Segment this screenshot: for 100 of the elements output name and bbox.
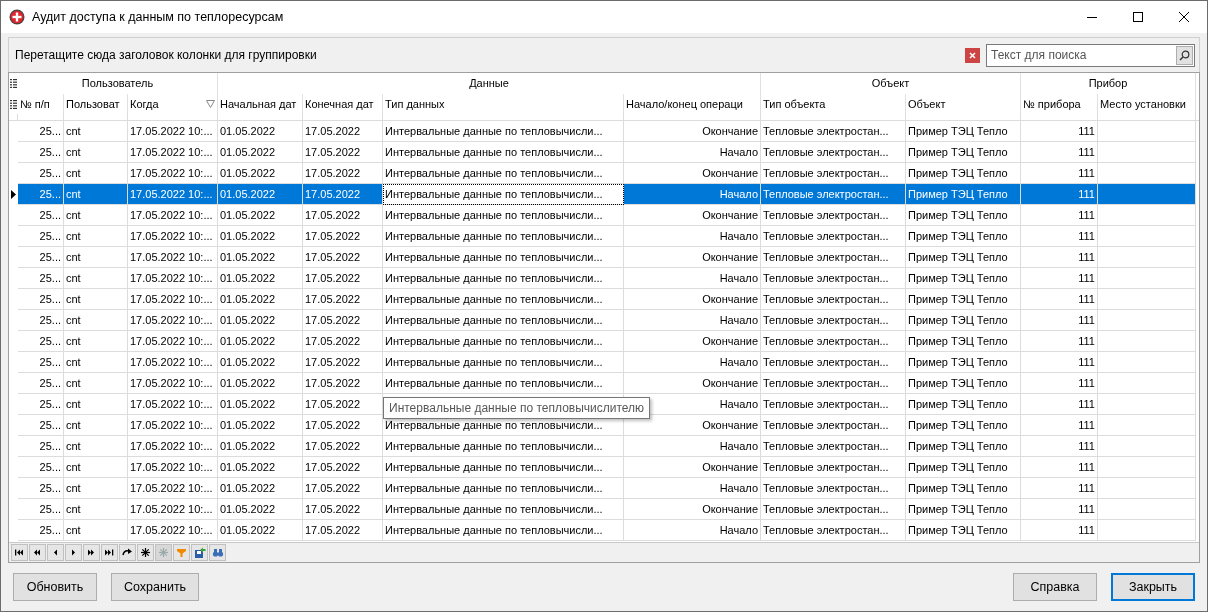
table-cell: 17.05.2022 [303,205,383,226]
table-cell: 25... [18,142,64,163]
table-cell: 17.05.2022 10:... [128,478,218,499]
table-cell: 17.05.2022 10:... [128,394,218,415]
navigator-button[interactable] [191,544,208,561]
table-cell: Пример ТЭЦ Тепло [906,163,1021,184]
table-cell: cnt [64,205,128,226]
table-cell: 17.05.2022 [303,184,383,205]
table-cell: Интервальные данные по тепловычисли... [383,226,624,247]
table-cell: Начало [624,184,761,205]
column-header[interactable]: № п/п [18,94,64,114]
column-chooser-icon[interactable] [10,99,17,109]
table-cell: Интервальные данные по тепловычисли... [383,142,624,163]
dialog-button[interactable]: Справка [1013,573,1097,601]
table-cell: cnt [64,457,128,478]
action-button[interactable]: Обновить [13,573,97,601]
double-right-icon [86,547,97,558]
table-cell: 17.05.2022 10:... [128,247,218,268]
dialog-button[interactable]: Закрыть [1111,573,1195,601]
table-cell: Начало [624,436,761,457]
table-cell: 17.05.2022 10:... [128,373,218,394]
table-cell: 25... [18,520,64,541]
table-cell: 111 [1021,289,1098,310]
column-header[interactable]: Место установки [1098,94,1196,114]
table-cell: Интервальные данные по тепловычисли... [383,268,624,289]
table-cell: cnt [64,394,128,415]
table-cell: 25... [18,457,64,478]
navigator-button[interactable] [83,544,100,561]
column-header[interactable]: Тип данных [383,94,624,114]
table-cell: Тепловые электростан... [761,415,906,436]
filter-icon [176,547,187,558]
navigator-button[interactable] [47,544,64,561]
search-box[interactable]: Текст для поиска [986,43,1195,67]
table-cell: 25... [18,289,64,310]
table-cell: Тепловые электростан... [761,436,906,457]
table-cell: Тепловые электростан... [761,331,906,352]
table-cell: Окончание [624,289,761,310]
filter-icon[interactable] [206,100,215,108]
table-cell: 25... [18,478,64,499]
table-cell: 111 [1021,499,1098,520]
table-cell: Окончание [624,121,761,142]
column-header[interactable]: Конечная дат [303,94,383,114]
action-button[interactable]: Сохранить [111,573,200,601]
column-header[interactable]: Начальная дат [218,94,303,114]
table-cell: Интервальные данные по тепловычисли... [383,373,624,394]
table-cell: 111 [1021,352,1098,373]
table-cell: 01.05.2022 [218,352,303,373]
table-cell: Окончание [624,499,761,520]
table-cell: Пример ТЭЦ Тепло [906,499,1021,520]
table-cell: Тепловые электростан... [761,352,906,373]
table-cell: Тепловые электростан... [761,310,906,331]
navigator-button[interactable] [137,544,154,561]
table-cell: cnt [64,247,128,268]
double-left-icon [32,547,43,558]
navigator-button[interactable] [101,544,118,561]
column-header[interactable]: № прибора [1021,94,1098,114]
column-header[interactable]: Когда [128,94,218,114]
table-cell: Интервальные данные по тепловычисли... [383,352,624,373]
table-cell: Интервальные данные по тепловычисли... [383,163,624,184]
table-cell: Тепловые электростан... [761,268,906,289]
navigator-button[interactable] [29,544,46,561]
column-header[interactable]: Начало/конец операци [624,94,761,114]
table-cell: Начало [624,268,761,289]
table-cell: 111 [1021,373,1098,394]
table-cell: 111 [1021,520,1098,541]
table-cell: Тепловые электростан... [761,394,906,415]
navigator-button[interactable] [119,544,136,561]
table-cell: 25... [18,184,64,205]
table-cell: 01.05.2022 [218,310,303,331]
table-cell: 111 [1021,478,1098,499]
table-cell: Интервальные данные по тепловычисли... [383,184,624,205]
column-header[interactable]: Пользоват [64,94,128,114]
column-header[interactable]: Тип объекта [761,94,906,114]
table-cell: 01.05.2022 [218,415,303,436]
navigator-button[interactable] [11,544,28,561]
table-cell: Пример ТЭЦ Тепло [906,289,1021,310]
close-icon [1179,12,1189,22]
table-cell: 111 [1021,226,1098,247]
table-cell: Окончание [624,247,761,268]
table-cell: 17.05.2022 [303,499,383,520]
column-header[interactable]: Объект [906,94,1021,114]
table-cell: Окончание [624,373,761,394]
window-title: Аудит доступа к данным по теплоресурсам [32,10,285,24]
table-cell: Пример ТЭЦ Тепло [906,415,1021,436]
table-cell: 01.05.2022 [218,436,303,457]
export-icon [193,546,206,559]
table-cell: 17.05.2022 10:... [128,415,218,436]
last-icon [104,547,115,558]
table-cell: Тепловые электростан... [761,226,906,247]
search-button[interactable] [1176,45,1193,65]
table-cell: Начало [624,478,761,499]
table-cell: Тепловые электростан... [761,184,906,205]
table-cell: 17.05.2022 10:... [128,142,218,163]
column-chooser-icon[interactable] [10,79,17,88]
navigator-button[interactable] [65,544,82,561]
clear-search-button[interactable] [965,47,980,63]
table-cell: 17.05.2022 10:... [128,121,218,142]
table-cell: 17.05.2022 10:... [128,457,218,478]
table-cell: Интервальные данные по тепловычисли... [383,499,624,520]
table-cell: 01.05.2022 [218,394,303,415]
